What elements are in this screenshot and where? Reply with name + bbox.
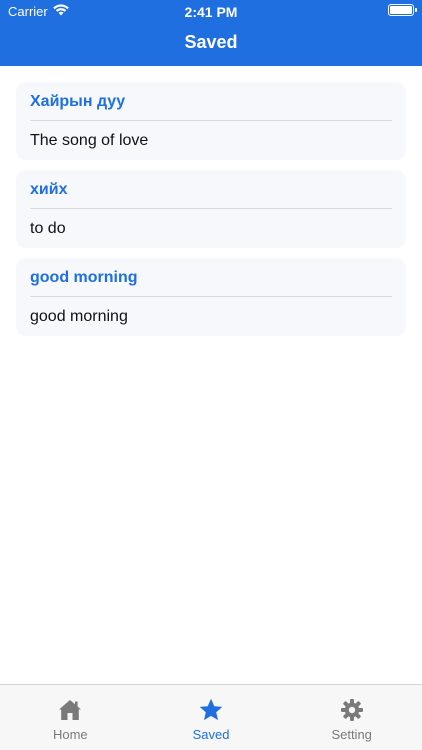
star-icon <box>198 697 224 723</box>
saved-word: Хайрын дуу <box>30 93 126 110</box>
saved-card[interactable]: Хайрын дуу The song of love <box>16 82 406 160</box>
saved-screen: Carrier 2:41 PM Saved Хайрын дуу The son… <box>0 0 422 750</box>
saved-card[interactable]: хийх to do <box>16 170 406 248</box>
tab-bar: Home Saved Setting <box>0 684 422 750</box>
battery-icon <box>388 4 417 16</box>
tab-label-setting: Setting <box>331 727 372 742</box>
gear-icon <box>339 697 365 723</box>
tab-label-saved: Saved <box>192 727 230 742</box>
tab-label-home: Home <box>52 727 88 742</box>
saved-card[interactable]: good morning good morning <box>16 258 406 336</box>
status-bar: Carrier 2:41 PM <box>0 0 422 22</box>
tab-saved[interactable]: Saved <box>141 685 282 750</box>
saved-word: хийх <box>30 181 68 198</box>
saved-meaning: to do <box>30 220 66 237</box>
saved-meaning: The song of love <box>30 132 149 149</box>
tab-home[interactable]: Home <box>0 685 141 750</box>
tab-setting[interactable]: Setting <box>281 685 422 750</box>
status-time: 2:41 PM <box>184 4 238 20</box>
saved-list: Хайрын дуу The song of love хийх to do g… <box>16 82 406 346</box>
page-title: Saved <box>184 32 238 52</box>
top-bar: Carrier 2:41 PM Saved <box>0 0 422 66</box>
saved-meaning: good morning <box>30 308 128 325</box>
home-icon <box>57 697 83 723</box>
saved-word: good morning <box>30 269 138 286</box>
